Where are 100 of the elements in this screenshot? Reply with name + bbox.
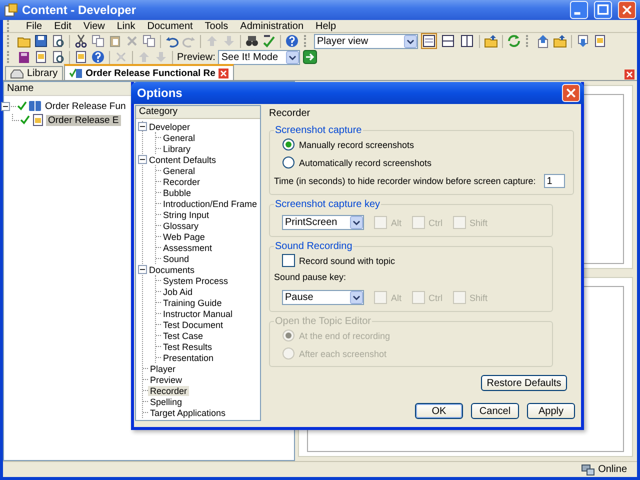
tab[interactable]: Order Release Functional Re	[64, 64, 234, 80]
category-item[interactable]: Training Guide	[161, 298, 224, 308]
document-icon[interactable]	[74, 50, 88, 64]
menu-item[interactable]: Edit	[54, 20, 72, 32]
menu-item[interactable]: Tools	[204, 20, 228, 32]
spell-check-icon[interactable]	[262, 34, 276, 48]
category-item[interactable]: Instructor Manual	[161, 308, 235, 318]
collapse-icon[interactable]	[138, 122, 147, 131]
collapse-icon[interactable]	[138, 155, 147, 164]
category-item[interactable]: Preview	[148, 374, 184, 384]
status-text: Online	[598, 464, 627, 475]
category-item[interactable]: Presentation	[161, 352, 216, 362]
menu-item[interactable]: Document	[147, 20, 193, 32]
upload-icon[interactable]	[536, 34, 550, 48]
app-icon	[4, 3, 18, 17]
category-item[interactable]: Documents	[147, 264, 197, 274]
menu-item[interactable]: View	[83, 20, 105, 32]
print-preview-icon[interactable]	[51, 50, 65, 64]
binoculars-icon[interactable]	[245, 34, 259, 48]
menu-item[interactable]: File	[26, 20, 42, 32]
category-item[interactable]: Sound	[161, 254, 192, 264]
category-item[interactable]: Job Aid	[161, 286, 195, 296]
field-label: Time (in seconds) to hide recorder window before screen capture:	[274, 176, 536, 186]
category-item[interactable]: Web Page	[161, 232, 207, 242]
menu-item[interactable]: Help	[316, 20, 336, 32]
category-item[interactable]: Content Defaults	[147, 154, 218, 164]
category-item[interactable]: Recorder	[148, 386, 190, 396]
tree-item[interactable]: Order Release Fun	[43, 100, 128, 112]
refresh-icon[interactable]	[507, 34, 521, 48]
option-label[interactable]: Automatically record screenshots	[299, 158, 432, 168]
number-field[interactable]: 1	[544, 174, 565, 188]
view-dropdown[interactable]: Player view	[314, 34, 418, 48]
option-label[interactable]: Record sound with topic	[299, 256, 396, 266]
category-item[interactable]: Player	[148, 364, 178, 374]
category-item[interactable]: Recorder	[161, 176, 202, 186]
help-icon[interactable]	[91, 50, 105, 64]
group-title: Sound Recording	[274, 241, 354, 252]
collapse-icon[interactable]	[138, 265, 147, 274]
category-item[interactable]: System Process	[161, 276, 230, 286]
radio-button[interactable]	[282, 156, 295, 169]
go-icon[interactable]	[303, 50, 318, 64]
minimize-icon[interactable]	[570, 1, 588, 19]
help-icon[interactable]	[285, 34, 299, 48]
category-item[interactable]: String Input	[161, 210, 212, 220]
document-icon[interactable]	[34, 50, 48, 64]
key-dropdown[interactable]: PrintScreen	[282, 215, 364, 230]
category-item[interactable]: Test Results	[161, 342, 214, 352]
tree-item[interactable]: Order Release E	[46, 114, 121, 126]
category-item[interactable]: Bubble	[161, 188, 194, 198]
field-label: Sound pause key:	[274, 272, 346, 282]
column-header[interactable]: Category	[136, 106, 260, 119]
dialog-button[interactable]: Apply	[527, 403, 575, 419]
category-item[interactable]: Developer	[147, 122, 192, 132]
save-icon[interactable]	[34, 34, 48, 48]
category-item[interactable]: Library	[161, 144, 193, 154]
paste-icon[interactable]	[108, 34, 122, 48]
close-icon[interactable]	[624, 69, 635, 80]
category-item[interactable]: Glossary	[161, 220, 201, 230]
close-icon[interactable]	[562, 84, 580, 102]
restore-defaults-button[interactable]: Restore Defaults	[481, 375, 567, 391]
layout-button[interactable]	[459, 33, 475, 49]
layout-icon	[460, 34, 474, 48]
close-icon[interactable]	[618, 1, 636, 19]
copy-icon[interactable]	[142, 34, 156, 48]
category-item[interactable]: General	[161, 166, 198, 176]
layout-button[interactable]	[421, 33, 437, 49]
radio-button[interactable]	[282, 138, 295, 151]
tab[interactable]: Library	[5, 66, 63, 80]
category-item[interactable]: General	[161, 132, 198, 142]
category-item[interactable]: Introduction/End Frame	[161, 198, 260, 208]
group-title: Screenshot capture key	[274, 199, 382, 210]
menu-item[interactable]: Administration	[240, 20, 304, 32]
category-item[interactable]: Test Case	[161, 330, 206, 340]
download-icon[interactable]	[576, 34, 590, 48]
book-icon	[28, 100, 42, 112]
book-icon[interactable]	[17, 50, 31, 64]
dialog-button[interactable]: OK	[415, 403, 463, 419]
category-item[interactable]: Spelling	[148, 396, 184, 406]
maximize-icon[interactable]	[594, 1, 612, 19]
window-title: Content - Developer	[22, 3, 136, 17]
document-icon	[31, 114, 45, 126]
layout-button[interactable]	[440, 33, 456, 49]
option-label[interactable]: Manually record screenshots	[299, 140, 414, 150]
document-icon[interactable]	[593, 34, 607, 48]
menu-item[interactable]: Link	[116, 20, 136, 32]
folder-icon[interactable]	[484, 34, 498, 48]
category-item[interactable]: Target Applications	[148, 408, 228, 418]
layout-icon	[422, 34, 436, 48]
dialog-title: Options	[137, 86, 182, 100]
preview-dropdown[interactable]: See It! Mode	[218, 50, 300, 64]
print-preview-icon[interactable]	[51, 34, 65, 48]
folder-icon[interactable]	[553, 34, 567, 48]
key-dropdown[interactable]: Pause	[282, 290, 364, 305]
category-item[interactable]: Test Document	[161, 320, 226, 330]
collapse-icon[interactable]	[1, 102, 10, 110]
category-item[interactable]: Assessment	[161, 242, 214, 252]
close-icon[interactable]	[218, 68, 230, 78]
cut-icon[interactable]	[74, 34, 88, 48]
dialog-button[interactable]: Cancel	[471, 403, 519, 419]
checkbox[interactable]	[282, 254, 295, 267]
